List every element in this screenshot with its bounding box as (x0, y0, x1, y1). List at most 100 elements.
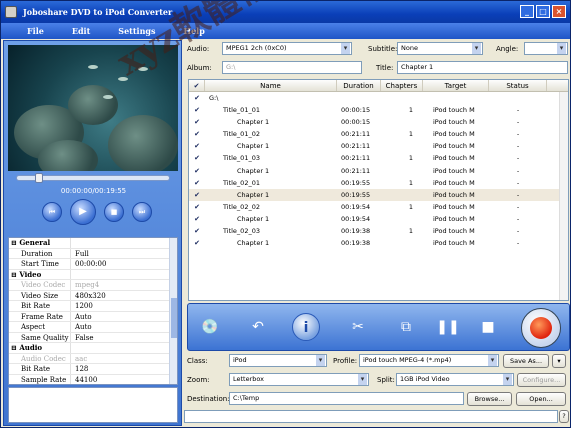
pause-button[interactable]: ❚❚ (434, 313, 462, 341)
previous-button[interactable]: ⏮ (42, 202, 62, 222)
clip-button[interactable]: ✂ (344, 313, 372, 341)
list-row[interactable]: ✔ Title_02_03 00:19:38 1 iPod touch M - (189, 225, 568, 237)
property-value[interactable]: 1200 (71, 301, 177, 311)
property-value[interactable]: 00:00:00 (71, 259, 177, 269)
title-input[interactable]: Chapter 1 (397, 61, 568, 74)
class-select[interactable]: iPod (229, 354, 327, 367)
profile-select[interactable]: iPod touch MPEG-4 (*.mp4) (359, 354, 499, 367)
list-row[interactable]: ✔ Title_02_01 00:19:55 1 iPod touch M - (189, 177, 568, 189)
list-row[interactable]: ✔ Chapter 1 00:21:11 iPod touch M - (189, 165, 568, 177)
property-row[interactable]: Frame Rate Auto (9, 311, 177, 322)
file-list-header: ✔ Name Duration Chapters Target Status (189, 80, 568, 92)
property-value[interactable]: Full (71, 249, 177, 259)
header-target[interactable]: Target (423, 80, 489, 91)
row-checkbox[interactable]: ✔ (189, 128, 205, 140)
list-row[interactable]: ✔ Chapter 1 00:19:38 iPod touch M - (189, 237, 568, 249)
row-checkbox[interactable]: ✔ (189, 189, 205, 201)
property-group[interactable]: Video (9, 269, 177, 280)
album-input[interactable]: G:\ (222, 61, 362, 74)
list-row[interactable]: ✔ Chapter 1 00:21:11 iPod touch M - (189, 140, 568, 152)
close-button[interactable]: × (552, 5, 566, 18)
split-select[interactable]: 1GB iPod Video (396, 373, 514, 386)
property-key: Audio Codec (9, 353, 71, 363)
open-button[interactable]: Open... (516, 392, 566, 406)
info-button[interactable]: i (292, 313, 320, 341)
row-checkbox[interactable]: ✔ (189, 225, 205, 237)
next-button[interactable]: ⏭ (132, 202, 152, 222)
property-row[interactable]: Duration Full (9, 248, 177, 259)
save-as-dropdown[interactable]: ▾ (552, 354, 566, 368)
row-checkbox[interactable]: ✔ (189, 177, 205, 189)
configure-button[interactable]: Configure... (517, 373, 566, 387)
property-value[interactable]: 44100 (71, 375, 177, 385)
property-value[interactable]: False (71, 333, 177, 343)
property-row[interactable]: Sample Rate 44100 (9, 374, 177, 385)
maximize-button[interactable]: □ (536, 5, 550, 18)
property-row[interactable]: Bit Rate 128 (9, 364, 177, 375)
row-checkbox[interactable]: ✔ (189, 165, 205, 177)
property-group[interactable]: Audio (9, 343, 177, 354)
list-row[interactable]: ✔ Chapter 1 00:19:55 iPod touch M - (189, 188, 568, 201)
row-checkbox[interactable]: ✔ (189, 201, 205, 213)
list-row[interactable]: ✔ Title_01_02 00:21:11 1 iPod touch M - (189, 128, 568, 140)
convert-button[interactable] (521, 308, 561, 348)
row-checkbox[interactable]: ✔ (189, 92, 205, 104)
property-row[interactable]: Video Size 480x320 (9, 290, 177, 301)
property-value[interactable]: Auto (71, 312, 177, 322)
seek-slider-handle[interactable] (35, 173, 43, 183)
seek-slider[interactable] (16, 173, 170, 183)
property-value[interactable]: Auto (71, 322, 177, 332)
stop-button[interactable]: ■ (104, 202, 124, 222)
play-button[interactable]: ▶ (70, 199, 96, 225)
help-button[interactable]: ? (559, 410, 569, 423)
row-checkbox[interactable]: ✔ (189, 140, 205, 152)
file-list-scrollbar[interactable] (559, 92, 568, 300)
row-checkbox[interactable]: ✔ (189, 116, 205, 128)
menu-edit[interactable]: Edit (72, 26, 90, 36)
angle-select[interactable] (524, 42, 568, 55)
row-checkbox[interactable]: ✔ (189, 152, 205, 164)
list-row[interactable]: ✔ Chapter 1 00:00:15 iPod touch M - (189, 116, 568, 128)
stop-convert-button[interactable]: ■ (474, 313, 502, 341)
browse-button[interactable]: Browse... (467, 392, 512, 406)
header-status[interactable]: Status (489, 80, 547, 91)
menu-help[interactable]: Help (184, 26, 205, 36)
list-row[interactable]: ✔ Title_01_01 00:00:15 1 iPod touch M - (189, 104, 568, 116)
minimize-button[interactable]: _ (520, 5, 534, 18)
menu-file[interactable]: File (27, 26, 44, 36)
property-row[interactable]: Aspect Auto (9, 322, 177, 333)
property-key: Video Codec (9, 280, 71, 290)
property-row[interactable]: Bit Rate 1200 (9, 301, 177, 312)
property-group[interactable]: General (9, 238, 177, 249)
load-ifo-button[interactable]: ↶ (244, 313, 272, 341)
menu-settings[interactable]: Settings (118, 26, 155, 36)
snapshot-button[interactable]: ⧉ (392, 313, 420, 341)
split-label: Split: (377, 376, 395, 384)
properties-scrollbar[interactable] (169, 238, 177, 384)
load-dvd-button[interactable]: 💿 (196, 313, 224, 341)
subtitle-select[interactable]: None (397, 42, 483, 55)
row-status: - (516, 154, 520, 163)
row-checkbox[interactable]: ✔ (189, 104, 205, 116)
save-as-button[interactable]: Save As... (503, 354, 549, 368)
row-checkbox[interactable]: ✔ (189, 237, 205, 249)
property-row[interactable]: Video Codec mpeg4 (9, 280, 177, 291)
list-row[interactable]: ✔ Chapter 1 00:19:54 iPod touch M - (189, 213, 568, 225)
list-row[interactable]: ✔ Title_02_02 00:19:54 1 iPod touch M - (189, 201, 568, 213)
audio-select[interactable]: MPEG1 2ch (0xC0) (222, 42, 352, 55)
list-row[interactable]: ✔ Title_01_03 00:21:11 1 iPod touch M - (189, 152, 568, 164)
row-checkbox[interactable]: ✔ (189, 213, 205, 225)
zoom-select[interactable]: Letterbox (229, 373, 369, 386)
title-bar[interactable]: Joboshare DVD to iPod Converter _ □ × (1, 1, 570, 23)
header-chapters[interactable]: Chapters (381, 80, 423, 91)
property-value[interactable]: 480x320 (71, 291, 177, 301)
property-value[interactable]: 128 (71, 364, 177, 374)
header-duration[interactable]: Duration (337, 80, 381, 91)
property-row[interactable]: Same Quality False (9, 332, 177, 343)
property-row[interactable]: Audio Codec aac (9, 353, 177, 364)
header-name[interactable]: Name (205, 80, 337, 91)
header-check[interactable]: ✔ (189, 80, 205, 91)
list-row[interactable]: ✔ G:\ (189, 92, 568, 104)
destination-input[interactable]: C:\Temp (229, 392, 464, 405)
property-row[interactable]: Start Time 00:00:00 (9, 259, 177, 270)
